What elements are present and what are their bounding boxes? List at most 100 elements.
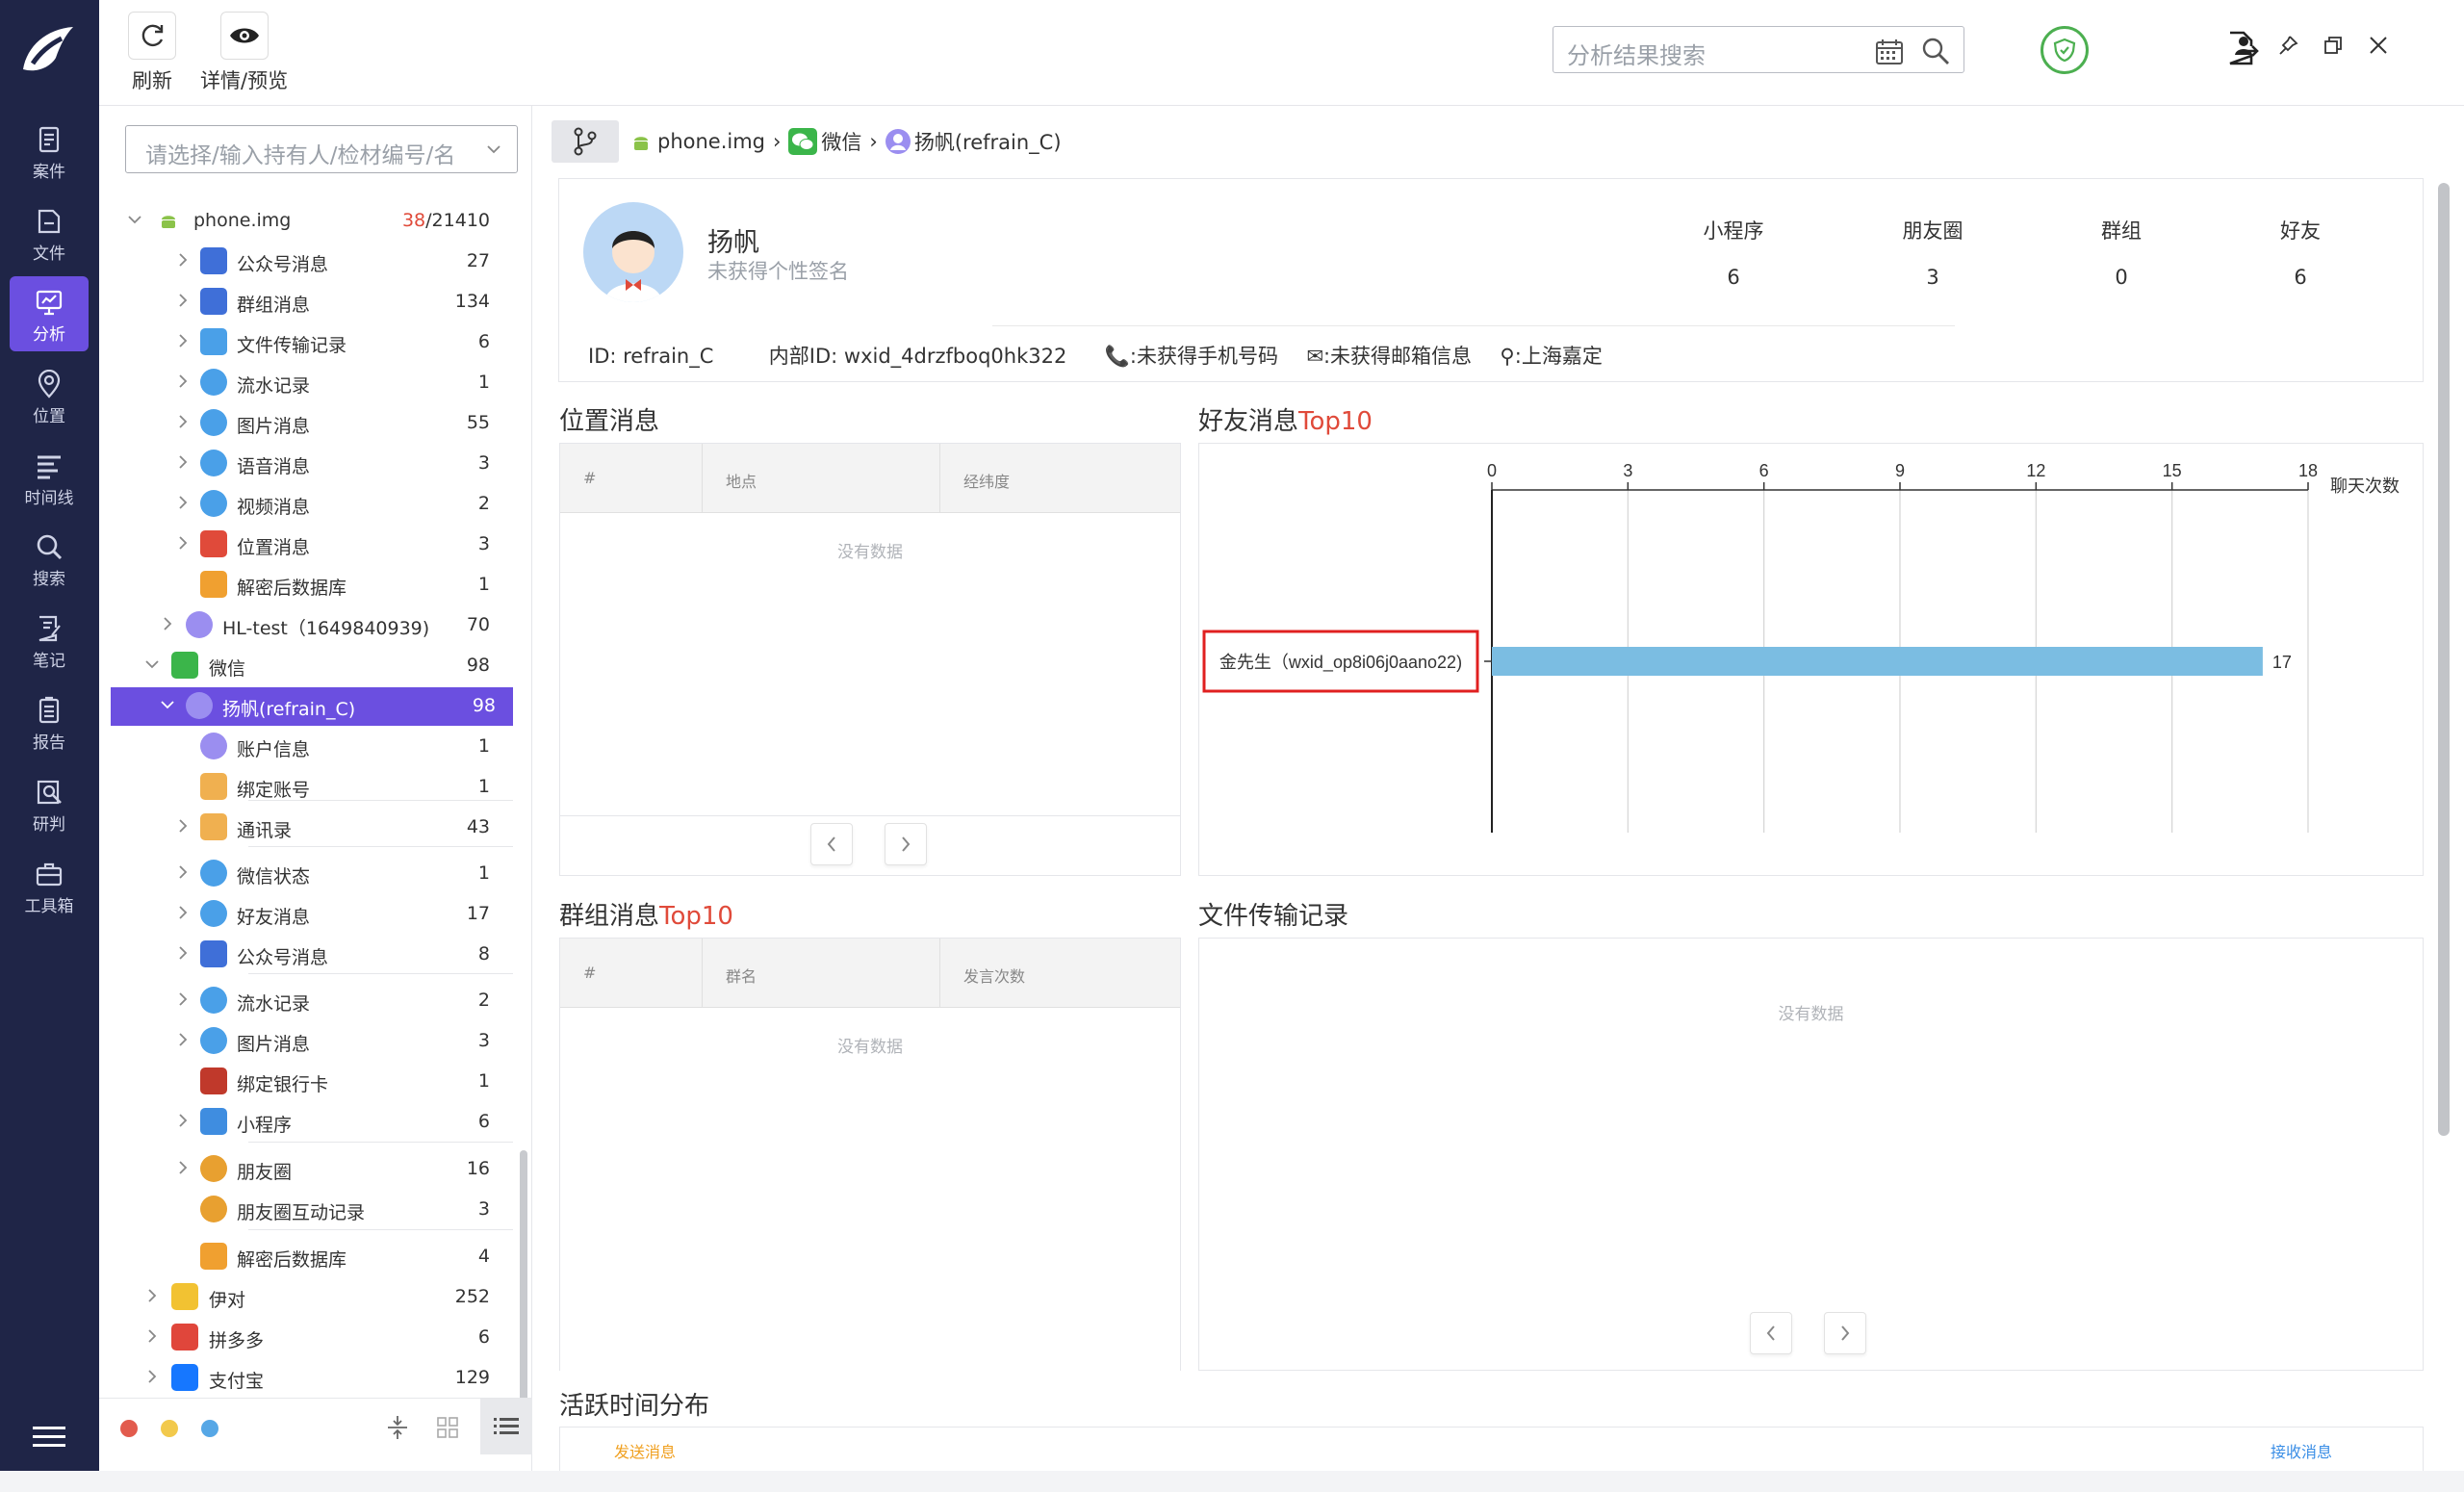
menu-icon[interactable] — [31, 1423, 67, 1452]
tree-node[interactable]: 流水记录 1 — [99, 364, 513, 402]
tree-node[interactable]: 支付宝 129 — [99, 1359, 513, 1398]
next-page-button[interactable] — [885, 823, 927, 865]
tree-node[interactable]: phone.img 38/21410 — [99, 202, 513, 241]
nav-item-note[interactable]: 笔记 — [10, 603, 89, 678]
column-header[interactable]: # — [560, 939, 703, 1007]
chevron-right-icon[interactable] — [174, 904, 192, 921]
column-header[interactable]: # — [560, 444, 703, 512]
tree-node[interactable]: 好友消息 17 — [99, 895, 513, 934]
branch-button[interactable] — [552, 120, 619, 163]
red-dot[interactable] — [120, 1420, 138, 1437]
shield-check-button[interactable] — [2040, 26, 2089, 74]
stat-mini-program[interactable]: 小程序 6 — [1666, 216, 1801, 289]
tree-node[interactable]: 伊对 252 — [99, 1278, 513, 1317]
refresh-button[interactable]: 刷新 — [128, 12, 176, 94]
tree-scrollbar[interactable] — [520, 1150, 527, 1439]
preview-button[interactable]: 详情/预览 — [200, 12, 288, 94]
calendar-icon[interactable] — [1875, 39, 1904, 65]
yellow-dot[interactable] — [161, 1420, 178, 1437]
nav-item-file[interactable]: 文件 — [10, 195, 89, 270]
chevron-right-icon[interactable] — [174, 413, 192, 430]
tree-node[interactable]: 群组消息 134 — [99, 283, 513, 322]
analysis-search-input[interactable]: 分析结果搜索 — [1553, 26, 1964, 73]
chevron-down-icon[interactable] — [159, 696, 176, 713]
tree-node[interactable]: 语音消息 3 — [99, 445, 513, 483]
tree-node[interactable]: 绑定账号 1 — [99, 768, 513, 807]
magnifier-icon[interactable] — [1921, 37, 1950, 65]
tree-node[interactable]: 朋友圈 16 — [99, 1150, 513, 1189]
tree-node[interactable]: 文件传输记录 6 — [99, 323, 513, 362]
tree-node[interactable]: 图片消息 3 — [99, 1022, 513, 1061]
tree-node[interactable]: 账户信息 1 — [99, 728, 513, 766]
holder-select[interactable]: 请选择/输入持有人/检材编号/名 — [125, 125, 518, 173]
tree-node[interactable]: 视频消息 2 — [99, 485, 513, 524]
nav-item-location[interactable]: 位置 — [10, 358, 89, 433]
tree-node[interactable]: 位置消息 3 — [99, 526, 513, 564]
tree-node[interactable]: 小程序 6 — [99, 1103, 513, 1142]
tree-node[interactable]: HL-test（1649840939) 70 — [99, 606, 513, 645]
stat-friends[interactable]: 好友 6 — [2233, 216, 2368, 289]
nav-item-search[interactable]: 搜索 — [10, 521, 89, 596]
tree-node[interactable]: 朋友圈互动记录 3 — [99, 1191, 513, 1229]
grid-view-icon[interactable] — [436, 1416, 459, 1439]
prev-page-button[interactable] — [810, 823, 853, 865]
tree-node[interactable]: 通讯录 43 — [99, 809, 513, 847]
chevron-right-icon[interactable] — [143, 1368, 161, 1385]
tree-node[interactable]: 微信 98 — [99, 647, 513, 685]
column-header[interactable]: 发言次数 — [940, 939, 1180, 1007]
chevron-right-icon[interactable] — [143, 1287, 161, 1304]
user-icon[interactable] — [2233, 35, 2254, 56]
chevron-down-icon[interactable] — [126, 211, 143, 228]
stat-moments[interactable]: 朋友圈 3 — [1865, 216, 2000, 289]
chevron-right-icon[interactable] — [143, 1327, 161, 1345]
collapse-all-icon[interactable] — [386, 1414, 409, 1441]
chevron-right-icon[interactable] — [174, 990, 192, 1008]
chevron-right-icon[interactable] — [174, 944, 192, 962]
chevron-right-icon[interactable] — [159, 615, 176, 632]
nav-item-judge[interactable]: 研判 — [10, 766, 89, 841]
tree-node[interactable]: 绑定银行卡 1 — [99, 1063, 513, 1101]
tree-node[interactable]: 公众号消息 8 — [99, 936, 513, 974]
tree-node[interactable]: 扬帆(refrain_C) 98 — [111, 687, 513, 726]
legend-receive[interactable]: 接收消息 — [2271, 1439, 2332, 1462]
breadcrumb-item-phone[interactable]: phone.img — [630, 130, 765, 153]
tree-node[interactable]: 流水记录 2 — [99, 982, 513, 1020]
main-scrollbar[interactable] — [2438, 183, 2450, 1136]
restore-window-icon[interactable] — [2323, 35, 2344, 56]
chevron-right-icon[interactable] — [174, 373, 192, 390]
nav-item-toolbox[interactable]: 工具箱 — [10, 848, 89, 923]
stat-groups[interactable]: 群组 0 — [2054, 216, 2189, 289]
prev-page-button[interactable] — [1750, 1312, 1792, 1354]
chevron-right-icon[interactable] — [174, 251, 192, 269]
column-header[interactable]: 地点 — [703, 444, 940, 512]
chevron-right-icon[interactable] — [174, 534, 192, 552]
tree-node[interactable]: 解密后数据库 1 — [99, 566, 513, 605]
nav-item-case[interactable]: 案件 — [10, 114, 89, 189]
column-header[interactable]: 经纬度 — [940, 444, 1180, 512]
blue-dot[interactable] — [201, 1420, 218, 1437]
chevron-right-icon[interactable] — [174, 332, 192, 349]
chevron-right-icon[interactable] — [174, 817, 192, 835]
chevron-right-icon[interactable] — [174, 1031, 192, 1048]
column-header[interactable]: 群名 — [703, 939, 940, 1007]
nav-item-report[interactable]: 报告 — [10, 684, 89, 759]
tree-node[interactable]: 解密后数据库 4 — [99, 1238, 513, 1276]
breadcrumb-item-user[interactable]: 扬帆(refrain_C) — [885, 127, 1062, 156]
tree-node[interactable]: 图片消息 55 — [99, 404, 513, 443]
next-page-button[interactable] — [1824, 1312, 1866, 1354]
breadcrumb-item-wechat[interactable]: 微信 — [788, 127, 861, 156]
chevron-right-icon[interactable] — [174, 494, 192, 511]
nav-item-timeline[interactable]: 时间线 — [10, 440, 89, 515]
tree-node[interactable]: 微信状态 1 — [99, 855, 513, 893]
list-view-button[interactable] — [480, 1399, 532, 1454]
chevron-right-icon[interactable] — [174, 1112, 192, 1129]
tree-node[interactable]: 拼多多 6 — [99, 1319, 513, 1357]
chevron-right-icon[interactable] — [174, 863, 192, 881]
nav-item-analysis[interactable]: 分析 — [10, 276, 89, 351]
chevron-right-icon[interactable] — [174, 1159, 192, 1176]
tree-node[interactable]: 公众号消息 27 — [99, 243, 513, 281]
chevron-down-icon[interactable] — [143, 656, 161, 673]
chevron-right-icon[interactable] — [174, 453, 192, 471]
close-icon[interactable] — [2368, 35, 2389, 56]
legend-send[interactable]: 发送消息 — [614, 1439, 676, 1462]
